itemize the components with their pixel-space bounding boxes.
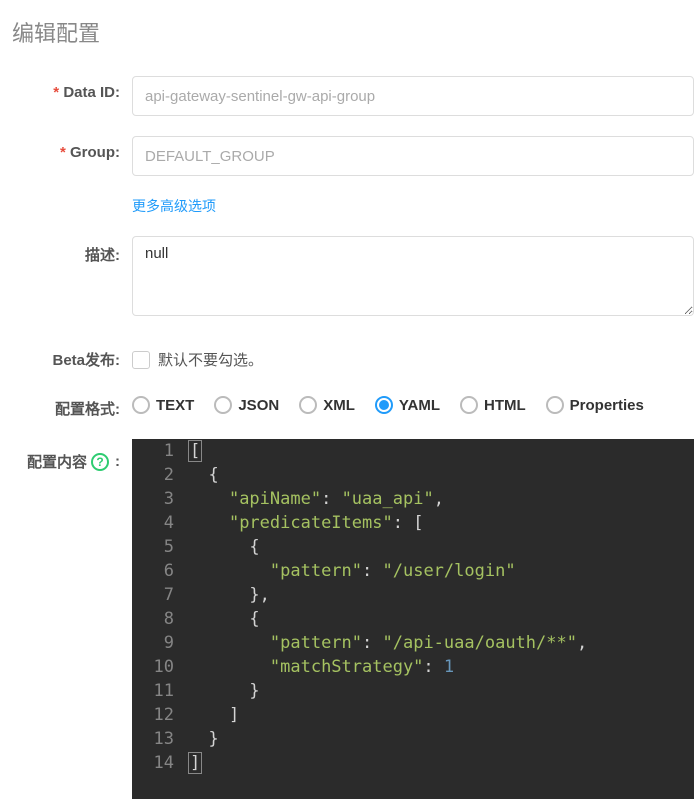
radio-icon xyxy=(375,396,393,414)
editor-line: 13 } xyxy=(132,727,694,751)
line-number: 14 xyxy=(132,751,188,775)
line-number: 3 xyxy=(132,487,188,511)
beta-hint: 默认不要勾选。 xyxy=(158,349,263,370)
line-number: 1 xyxy=(132,439,188,463)
group-label: Group: xyxy=(12,136,132,161)
editor-line: 14] xyxy=(132,751,694,775)
radio-label: YAML xyxy=(399,397,440,414)
format-radio-json[interactable]: JSON xyxy=(214,396,279,414)
radio-icon xyxy=(132,396,150,414)
line-number: 8 xyxy=(132,607,188,631)
editor-line: 11 } xyxy=(132,679,694,703)
code-content: { xyxy=(188,535,260,559)
editor-line: 10 "matchStrategy": 1 xyxy=(132,655,694,679)
code-content: { xyxy=(188,607,260,631)
format-radio-html[interactable]: HTML xyxy=(460,396,526,414)
format-radio-properties[interactable]: Properties xyxy=(546,396,644,414)
line-number: 2 xyxy=(132,463,188,487)
content-label: 配置内容 xyxy=(27,451,87,472)
code-editor[interactable]: 1[2 {3 "apiName": "uaa_api",4 "predicate… xyxy=(132,439,694,799)
radio-label: TEXT xyxy=(156,397,194,414)
code-content: }, xyxy=(188,583,270,607)
code-content: "matchStrategy": 1 xyxy=(188,655,454,679)
editor-line: 5 { xyxy=(132,535,694,559)
code-content: ] xyxy=(188,751,202,775)
code-content: } xyxy=(188,727,219,751)
description-textarea[interactable]: null xyxy=(132,236,694,316)
code-content: "predicateItems": [ xyxy=(188,511,423,535)
line-number: 10 xyxy=(132,655,188,679)
editor-line: 8 { xyxy=(132,607,694,631)
radio-label: XML xyxy=(323,397,355,414)
format-radio-yaml[interactable]: YAML xyxy=(375,396,440,414)
code-content: } xyxy=(188,679,260,703)
radio-label: JSON xyxy=(238,397,279,414)
editor-line: 9 "pattern": "/api-uaa/oauth/**", xyxy=(132,631,694,655)
radio-icon xyxy=(546,396,564,414)
line-number: 6 xyxy=(132,559,188,583)
editor-line: 4 "predicateItems": [ xyxy=(132,511,694,535)
line-number: 9 xyxy=(132,631,188,655)
radio-label: Properties xyxy=(570,397,644,414)
format-radio-xml[interactable]: XML xyxy=(299,396,355,414)
content-colon: : xyxy=(115,453,120,470)
beta-checkbox[interactable] xyxy=(132,351,150,369)
editor-line: 2 { xyxy=(132,463,694,487)
line-number: 13 xyxy=(132,727,188,751)
group-input[interactable] xyxy=(132,136,694,176)
code-content: { xyxy=(188,463,219,487)
code-content: [ xyxy=(188,439,202,463)
editor-line: 7 }, xyxy=(132,583,694,607)
code-content: "pattern": "/user/login" xyxy=(188,559,516,583)
radio-icon xyxy=(214,396,232,414)
editor-line: 3 "apiName": "uaa_api", xyxy=(132,487,694,511)
data-id-label: Data ID: xyxy=(12,76,132,101)
line-number: 7 xyxy=(132,583,188,607)
format-radio-text[interactable]: TEXT xyxy=(132,396,194,414)
radio-label: HTML xyxy=(484,397,526,414)
line-number: 4 xyxy=(132,511,188,535)
editor-line: 1[ xyxy=(132,439,694,463)
beta-label: Beta发布: xyxy=(12,341,132,370)
radio-icon xyxy=(299,396,317,414)
code-content: "pattern": "/api-uaa/oauth/**", xyxy=(188,631,587,655)
line-number: 5 xyxy=(132,535,188,559)
help-icon[interactable]: ? xyxy=(91,453,109,471)
line-number: 12 xyxy=(132,703,188,727)
radio-icon xyxy=(460,396,478,414)
code-content: "apiName": "uaa_api", xyxy=(188,487,444,511)
data-id-input[interactable] xyxy=(132,76,694,116)
format-label: 配置格式: xyxy=(12,390,132,419)
page-title: 编辑配置 xyxy=(12,16,694,48)
editor-line: 6 "pattern": "/user/login" xyxy=(132,559,694,583)
code-content: ] xyxy=(188,703,239,727)
line-number: 11 xyxy=(132,679,188,703)
description-label: 描述: xyxy=(12,236,132,265)
editor-line: 12 ] xyxy=(132,703,694,727)
advanced-options-link[interactable]: 更多高级选项 xyxy=(132,198,216,214)
